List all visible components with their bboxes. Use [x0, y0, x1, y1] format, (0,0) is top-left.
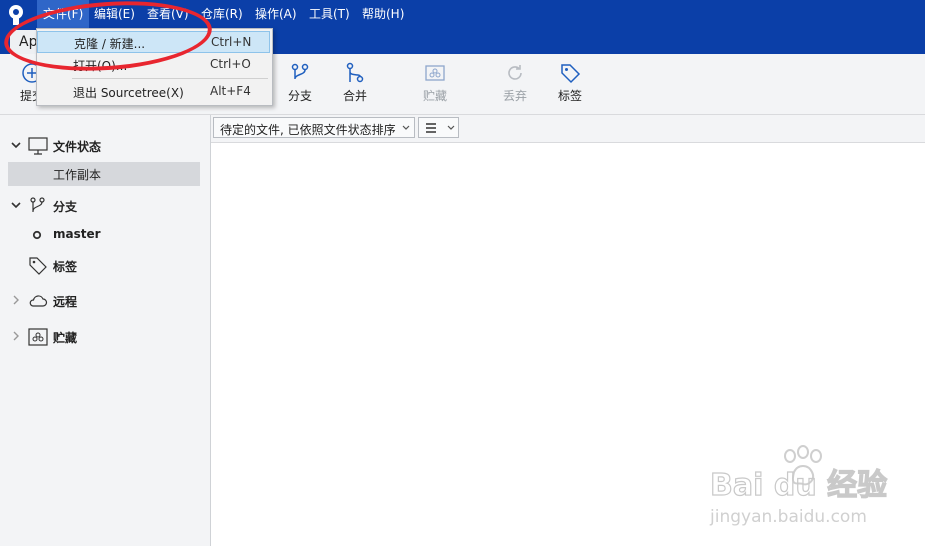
stash-icon — [28, 328, 48, 346]
sidebar-tags-label: 标签 — [53, 260, 78, 274]
master-label: master — [53, 227, 101, 241]
file-filter-dropdown[interactable]: 待定的文件, 已依照文件状态排序 — [213, 117, 415, 138]
stash-label: 贮藏 — [422, 89, 447, 103]
sourcetree-logo-icon — [6, 3, 26, 25]
chevron-down-icon[interactable] — [11, 140, 21, 150]
tag-icon — [561, 64, 581, 84]
exit-label: 退出 Sourcetree(X) — [73, 86, 184, 100]
menu-repository[interactable]: 仓库(R) — [195, 0, 249, 28]
clone-new-shortcut: Ctrl+N — [211, 35, 252, 49]
sidebar-file-status-label: 文件状态 — [53, 140, 102, 154]
clone-new-label: 克隆 / 新建... — [74, 37, 146, 51]
menu-file[interactable]: 文件(F) — [37, 0, 90, 28]
chevron-down-icon — [447, 125, 455, 130]
branch-button[interactable]: 分支 — [270, 58, 330, 110]
open-label: 打开(O)... — [73, 59, 128, 73]
sidebar-item-master[interactable]: master — [0, 223, 210, 247]
menu-help[interactable]: 帮助(H) — [356, 0, 410, 28]
open-shortcut: Ctrl+O — [210, 57, 251, 71]
menu-tools[interactable]: 工具(T) — [303, 0, 356, 28]
watermark-url: jingyan.baidu.com — [709, 507, 867, 527]
tag-icon — [29, 257, 47, 275]
repo-tab-label: Ap — [19, 34, 38, 50]
sidebar-stashes-label: 贮藏 — [53, 331, 78, 345]
branch-label: 分支 — [287, 89, 312, 103]
discard-button[interactable]: 丢弃 — [485, 58, 545, 110]
stash-button[interactable]: 贮藏 — [405, 58, 465, 110]
menu-view[interactable]: 查看(V) — [141, 0, 195, 28]
merge-label: 合并 — [342, 89, 367, 103]
discard-icon — [508, 65, 522, 80]
sidebar-remotes-label: 远程 — [53, 295, 78, 309]
sidebar-section-stashes[interactable]: 贮藏 — [0, 325, 210, 349]
discard-label: 丢弃 — [502, 89, 527, 103]
merge-icon — [346, 62, 364, 83]
menu-edit[interactable]: 编辑(E) — [88, 0, 141, 28]
merge-button[interactable]: 合并 — [325, 58, 385, 110]
sidebar-section-tags[interactable]: 标签 — [0, 254, 210, 278]
working-copy-label: 工作副本 — [53, 168, 102, 182]
menu-separator — [72, 78, 268, 79]
branch-icon — [291, 63, 309, 80]
sidebar-section-file-status[interactable]: 文件状态 — [0, 134, 210, 158]
sidebar-item-working-copy[interactable]: 工作副本 — [8, 162, 200, 186]
chevron-down-icon — [402, 125, 410, 130]
sidebar-branches-label: 分支 — [53, 200, 78, 214]
cloud-icon — [29, 295, 48, 307]
branch-icon — [30, 197, 45, 212]
tag-button[interactable]: 标签 — [540, 58, 600, 110]
menu-item-open[interactable]: 打开(O)... Ctrl+O — [37, 54, 270, 76]
current-branch-icon — [32, 230, 42, 240]
sidebar-section-branches[interactable]: 分支 — [0, 194, 210, 218]
file-filter-label: 待定的文件, 已依照文件状态排序 — [220, 123, 396, 137]
chevron-right-icon[interactable] — [11, 295, 21, 305]
chevron-right-icon[interactable] — [11, 331, 21, 341]
sidebar-section-remotes[interactable]: 远程 — [0, 289, 210, 313]
monitor-icon — [28, 137, 48, 155]
tag-label: 标签 — [557, 89, 582, 103]
stash-icon — [425, 65, 445, 81]
list-view-icon — [426, 123, 436, 133]
baidu-watermark: Bai du 经验 jingyan.baidu.com — [709, 445, 888, 527]
chevron-down-icon[interactable] — [11, 200, 21, 210]
menu-item-exit[interactable]: 退出 Sourcetree(X) Alt+F4 — [37, 81, 270, 103]
watermark-brand: Bai du 经验 — [710, 468, 887, 503]
view-mode-dropdown[interactable] — [418, 117, 459, 138]
menu-item-clone-new[interactable]: 克隆 / 新建... Ctrl+N — [37, 31, 270, 53]
exit-shortcut: Alt+F4 — [210, 84, 251, 98]
menu-actions[interactable]: 操作(A) — [249, 0, 303, 28]
